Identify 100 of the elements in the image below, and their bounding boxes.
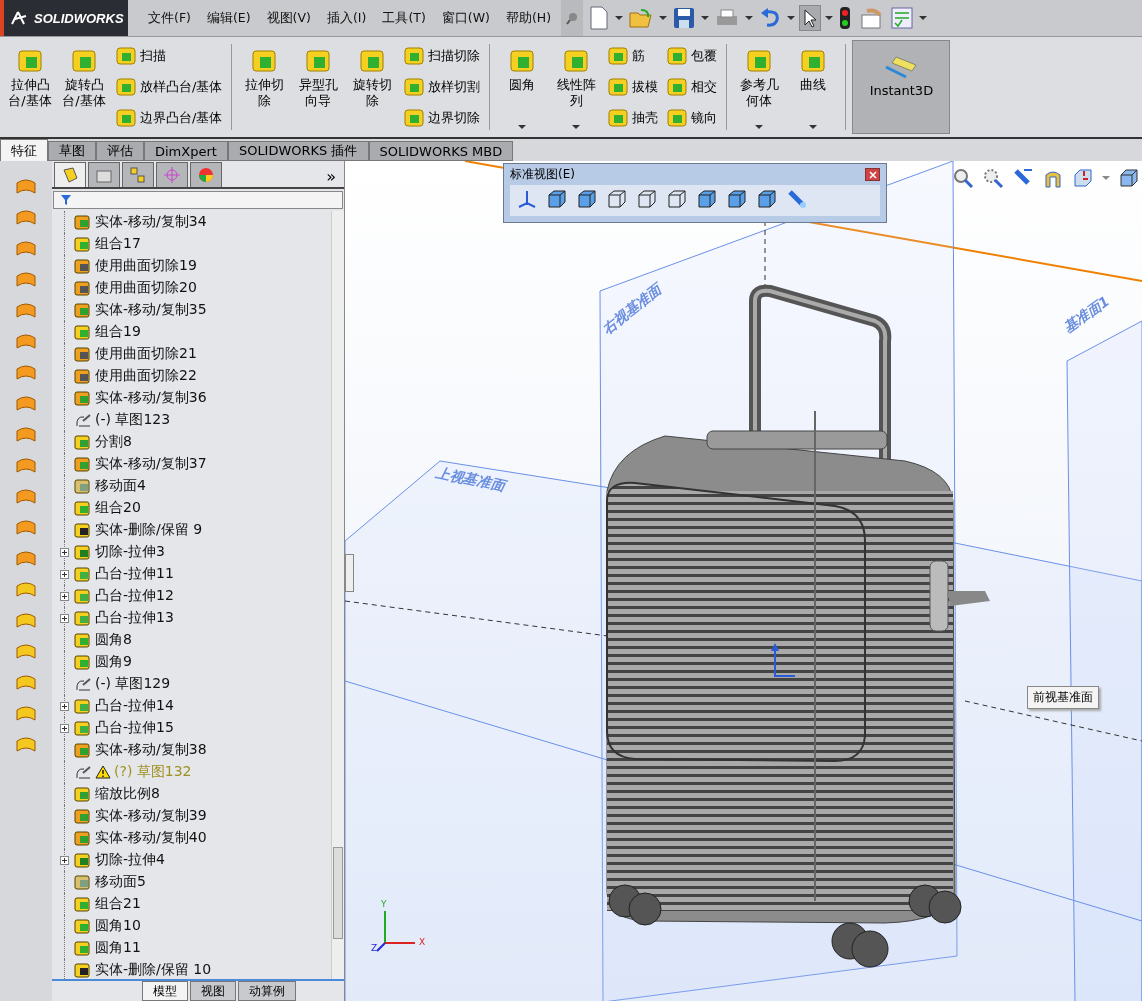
feature-tree-tab[interactable] bbox=[54, 162, 86, 187]
ribbon-button[interactable]: 拉伸切除 bbox=[238, 40, 291, 134]
cube-icon[interactable] bbox=[576, 188, 598, 210]
tree-item[interactable]: 组合20 bbox=[95, 499, 141, 517]
caret-icon[interactable] bbox=[745, 16, 754, 20]
cube-icon[interactable] bbox=[696, 188, 718, 210]
select-pointer-icon[interactable] bbox=[799, 5, 822, 31]
caret-icon[interactable] bbox=[615, 16, 624, 20]
ribbon-button[interactable]: 镜向 bbox=[663, 106, 721, 131]
ribbon-button[interactable]: 扫描 bbox=[112, 43, 226, 68]
tree-item[interactable]: 使用曲面切除20 bbox=[95, 279, 197, 297]
display-style-icon[interactable] bbox=[1118, 167, 1140, 189]
tab[interactable]: 动算例 bbox=[238, 981, 296, 1001]
tree-item[interactable]: 实体-移动/复制40 bbox=[95, 829, 207, 847]
expand-panel-button[interactable]: » bbox=[320, 166, 342, 186]
ribbon-button[interactable]: 曲线 bbox=[787, 40, 840, 134]
tab[interactable]: 视图 bbox=[190, 981, 236, 1001]
tree-item[interactable]: 凸台-拉伸15 bbox=[95, 719, 174, 737]
ribbon-button[interactable]: 圆角 bbox=[496, 40, 549, 134]
zoom-icon[interactable] bbox=[952, 167, 974, 189]
tree-item[interactable]: 圆角8 bbox=[95, 631, 132, 649]
tree-item[interactable]: 凸台-拉伸11 bbox=[95, 565, 174, 583]
tree-item[interactable]: 移动面4 bbox=[95, 477, 146, 495]
tab[interactable]: 模型 bbox=[142, 981, 188, 1001]
ribbon-button[interactable]: 拔模 bbox=[604, 75, 662, 99]
ribbon-button[interactable]: 旋转凸台/基体 bbox=[58, 40, 110, 134]
tree-item[interactable]: 凸台-拉伸14 bbox=[95, 697, 174, 715]
expand-icon[interactable] bbox=[60, 701, 69, 711]
tree-item[interactable]: 实体-移动/复制39 bbox=[95, 807, 207, 825]
menu-item[interactable]: 窗口(W) bbox=[441, 9, 490, 27]
ribbon-button[interactable]: Instant3D bbox=[852, 40, 951, 134]
ribbon-button[interactable]: 放样切割 bbox=[400, 75, 484, 99]
expand-icon[interactable] bbox=[60, 569, 69, 579]
configuration-tab[interactable] bbox=[122, 162, 154, 187]
tree-item[interactable]: 圆角9 bbox=[95, 653, 132, 671]
tree-item[interactable]: 凸台-拉伸12 bbox=[95, 587, 174, 605]
display-tab[interactable] bbox=[190, 162, 222, 187]
dimxpert-tab[interactable] bbox=[156, 162, 188, 187]
tree-item[interactable]: 圆角11 bbox=[95, 939, 141, 957]
tree-item[interactable]: 组合19 bbox=[95, 323, 141, 341]
tree-item[interactable]: (-) 草图129 bbox=[95, 675, 171, 693]
graphics-area[interactable]: 右视基准面 上视基准面 基准面1 前视基准面 标准视图(E) Y X Z bbox=[345, 161, 1142, 1001]
normal-to-icon[interactable] bbox=[516, 188, 538, 210]
caret-icon[interactable] bbox=[825, 16, 834, 20]
caret-icon[interactable] bbox=[659, 16, 668, 20]
tree-item[interactable]: 实体-移动/复制35 bbox=[95, 301, 207, 319]
expand-icon[interactable] bbox=[60, 723, 69, 733]
menu-item[interactable]: 插入(I) bbox=[326, 9, 367, 27]
tree-item[interactable]: 组合21 bbox=[95, 895, 141, 913]
tree-item[interactable]: 实体-移动/复制37 bbox=[95, 455, 207, 473]
tree-item[interactable]: 实体-移动/复制36 bbox=[95, 389, 207, 407]
ribbon-button[interactable]: 边界切除 bbox=[400, 106, 484, 131]
ribbon-button[interactable]: 拉伸凸台/基体 bbox=[4, 40, 56, 134]
tree-item[interactable]: 圆角10 bbox=[95, 917, 141, 935]
tree-item[interactable]: 实体-移动/复制34 bbox=[95, 213, 207, 231]
ribbon-button[interactable]: 异型孔向导 bbox=[292, 40, 345, 134]
cube-icon[interactable] bbox=[606, 188, 628, 210]
caret-icon[interactable] bbox=[787, 16, 796, 20]
tree-item[interactable]: 实体-删除/保留 10 bbox=[95, 961, 212, 979]
caret-icon[interactable] bbox=[809, 125, 818, 129]
ribbon-button[interactable]: 旋转切除 bbox=[346, 40, 399, 134]
tree-item[interactable]: 使用曲面切除22 bbox=[95, 367, 197, 385]
tree-item[interactable]: 缩放比例8 bbox=[95, 785, 160, 803]
expand-icon[interactable] bbox=[60, 591, 69, 601]
cube-icon[interactable] bbox=[666, 188, 688, 210]
tab[interactable]: 评估 bbox=[96, 141, 144, 161]
caret-icon[interactable] bbox=[755, 125, 764, 129]
cube-icon[interactable] bbox=[636, 188, 658, 210]
checklist-icon[interactable] bbox=[889, 5, 916, 31]
tree-item[interactable]: 实体-删除/保留 9 bbox=[95, 521, 203, 539]
tree-item[interactable]: 组合17 bbox=[95, 235, 141, 253]
view-orientation-icon[interactable] bbox=[1072, 167, 1094, 189]
expand-icon[interactable] bbox=[60, 613, 69, 623]
ribbon-button[interactable]: 抽壳 bbox=[604, 106, 662, 131]
tree-item[interactable]: 使用曲面切除21 bbox=[95, 345, 197, 363]
expand-icon[interactable] bbox=[60, 855, 69, 865]
menu-item[interactable]: 帮助(H) bbox=[505, 9, 552, 27]
property-tab[interactable] bbox=[88, 162, 120, 187]
tab[interactable]: SOLIDWORKS 插件 bbox=[227, 141, 369, 161]
tab[interactable]: 特征 bbox=[0, 139, 48, 161]
tree-item[interactable]: 移动面5 bbox=[95, 873, 146, 891]
view-selector-icon[interactable] bbox=[786, 188, 808, 210]
scrollbar-thumb[interactable] bbox=[333, 847, 343, 939]
cube-icon[interactable] bbox=[726, 188, 748, 210]
menu-item[interactable]: 工具(T) bbox=[382, 9, 426, 27]
tree-item[interactable]: 实体-移动/复制38 bbox=[95, 741, 207, 759]
tree-item[interactable]: 分割8 bbox=[95, 433, 132, 451]
tab[interactable]: 草图 bbox=[48, 141, 96, 161]
ribbon-button[interactable]: 筋 bbox=[604, 43, 662, 68]
ribbon-button[interactable]: 参考几何体 bbox=[733, 40, 786, 134]
tree-item[interactable]: 切除-拉伸3 bbox=[95, 543, 165, 561]
menu-item[interactable]: 编辑(E) bbox=[206, 9, 251, 27]
menu-item[interactable]: 文件(F) bbox=[148, 9, 191, 27]
ribbon-button[interactable]: 放样凸台/基体 bbox=[112, 75, 226, 99]
tree-item[interactable]: 凸台-拉伸13 bbox=[95, 609, 174, 627]
cube-icon[interactable] bbox=[546, 188, 568, 210]
tree-item[interactable]: 使用曲面切除19 bbox=[95, 257, 197, 275]
ribbon-button[interactable]: 包覆 bbox=[663, 43, 721, 68]
filter-field[interactable] bbox=[53, 191, 343, 209]
tree-item[interactable]: (-) 草图123 bbox=[95, 411, 171, 429]
